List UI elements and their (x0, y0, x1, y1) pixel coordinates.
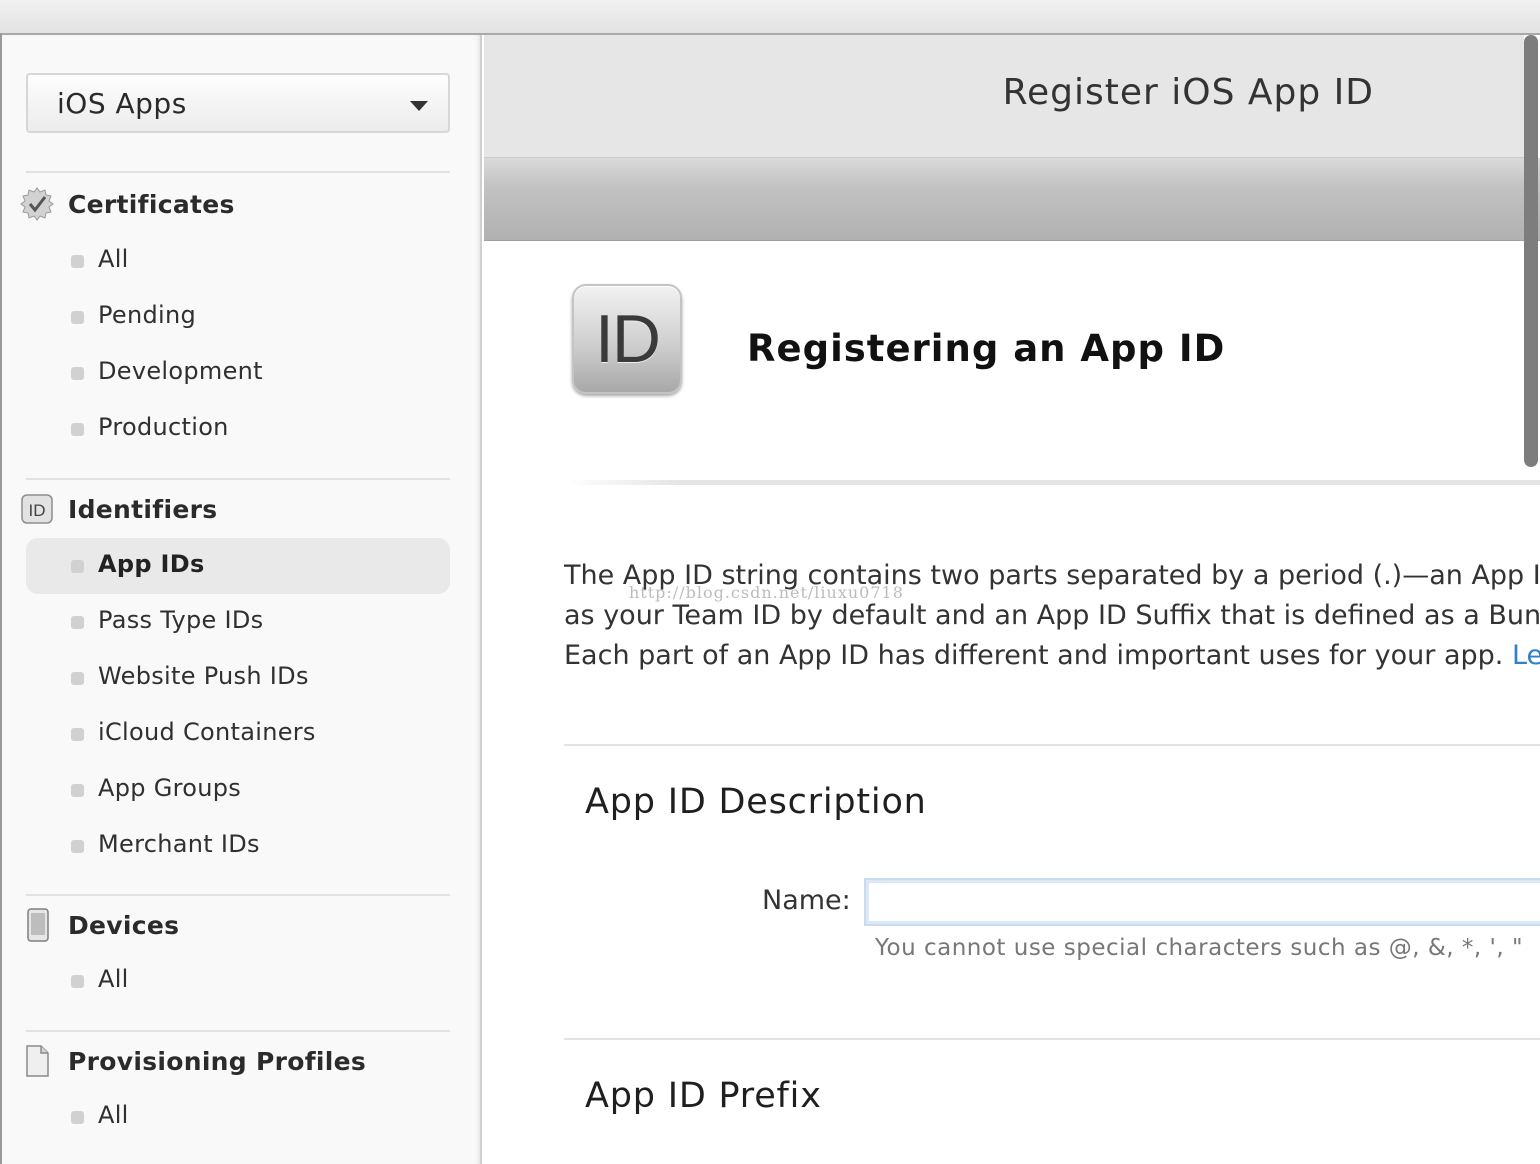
sidebar-item-label: Development (98, 357, 263, 385)
name-hint: You cannot use special characters such a… (875, 935, 1524, 961)
header-toolbar-band (484, 158, 1540, 241)
sidebar-item-certificates-all[interactable]: All (26, 233, 450, 289)
sidebar-item-certificates-production[interactable]: Production (26, 401, 450, 457)
bullet-icon (71, 784, 84, 797)
sidebar-item-label: Website Push IDs (98, 662, 309, 690)
sidebar-item-label: Pass Type IDs (98, 606, 264, 634)
app-id-prefix-title: App ID Prefix (585, 1076, 822, 1116)
sidebar-item-label: All (98, 965, 129, 993)
app-id-description-title: App ID Description (585, 782, 927, 822)
section-label: Devices (68, 911, 180, 940)
sidebar-item-pass-type-ids[interactable]: Pass Type IDs (26, 594, 450, 650)
sidebar-item-label: Merchant IDs (98, 830, 260, 858)
sidebar: iOS Apps Certificates All Pending Develo… (2, 35, 482, 1164)
sidebar-item-website-push-ids[interactable]: Website Push IDs (26, 650, 450, 706)
svg-text:ID: ID (29, 501, 46, 520)
sidebar-item-icloud-containers[interactable]: iCloud Containers (26, 706, 450, 762)
section-label: Certificates (68, 190, 235, 219)
sidebar-divider (26, 478, 450, 480)
section-heading: Registering an App ID (747, 327, 1226, 370)
document-icon (20, 1044, 54, 1078)
bullet-icon (71, 728, 84, 741)
bullet-icon (71, 311, 84, 324)
app-id-badge-text: ID (595, 301, 661, 377)
intro-paragraph: The App ID string contains two parts sep… (564, 556, 1540, 676)
section-label: Provisioning Profiles (68, 1047, 367, 1076)
intro-line-last: Each part of an App ID has different and… (564, 636, 1540, 676)
app-id-badge-icon: ID (572, 284, 682, 394)
sidebar-divider (26, 171, 450, 173)
learn-more-link[interactable]: Lear (1512, 640, 1540, 671)
sidebar-item-merchant-ids[interactable]: Merchant IDs (26, 818, 450, 874)
bullet-icon (71, 560, 84, 573)
section-header-certificates[interactable]: Certificates (20, 187, 450, 223)
sidebar-item-label: App IDs (98, 550, 205, 578)
intro-line: as your Team ID by default and an App ID… (564, 600, 1540, 631)
chevron-down-icon (410, 101, 428, 111)
section-label: Identifiers (68, 495, 218, 524)
sidebar-divider (26, 1030, 450, 1032)
bullet-icon (71, 367, 84, 380)
app-type-select-label: iOS Apps (57, 87, 187, 120)
intro-line-text: Each part of an App ID has different and… (564, 640, 1504, 671)
page-header: Register iOS App ID (484, 35, 1524, 158)
sidebar-divider (26, 894, 450, 896)
bullet-icon (71, 616, 84, 629)
page-title: Register iOS App ID (1002, 72, 1374, 113)
sidebar-item-certificates-development[interactable]: Development (26, 345, 450, 401)
sidebar-item-app-ids[interactable]: App IDs (26, 538, 450, 594)
sidebar-item-label: Pending (98, 301, 197, 329)
section-rule (564, 744, 1540, 746)
certificate-badge-icon (20, 187, 54, 221)
section-header-identifiers[interactable]: ID Identifiers (20, 492, 450, 528)
bullet-icon (71, 975, 84, 988)
sidebar-item-label: iCloud Containers (98, 718, 316, 746)
bullet-icon (71, 1111, 84, 1124)
section-header-provisioning-profiles[interactable]: Provisioning Profiles (20, 1044, 450, 1080)
name-input[interactable] (864, 878, 1540, 926)
section-rule (564, 1038, 1540, 1040)
bullet-icon (71, 423, 84, 436)
scrollbar-thumb[interactable] (1524, 35, 1538, 467)
watermark-text: http://blog.csdn.net/liuxu0718 (629, 583, 904, 602)
name-label: Name: (762, 885, 851, 916)
content-divider (564, 480, 1540, 485)
sidebar-item-label: All (98, 245, 129, 273)
sidebar-item-label: All (98, 1101, 129, 1129)
bullet-icon (71, 840, 84, 853)
sidebar-item-certificates-pending[interactable]: Pending (26, 289, 450, 345)
id-icon: ID (20, 492, 54, 526)
tablet-device-icon (20, 908, 54, 942)
sidebar-item-label: Production (98, 413, 229, 441)
app-type-select[interactable]: iOS Apps (26, 73, 450, 133)
bullet-icon (71, 672, 84, 685)
sidebar-item-app-groups[interactable]: App Groups (26, 762, 450, 818)
sidebar-item-label: App Groups (98, 774, 242, 802)
sidebar-item-devices-all[interactable]: All (26, 953, 450, 1009)
sidebar-item-provisioning-all[interactable]: All (26, 1089, 450, 1145)
bullet-icon (71, 255, 84, 268)
section-header-devices[interactable]: Devices (20, 908, 450, 944)
window-title-strip (0, 0, 1540, 35)
